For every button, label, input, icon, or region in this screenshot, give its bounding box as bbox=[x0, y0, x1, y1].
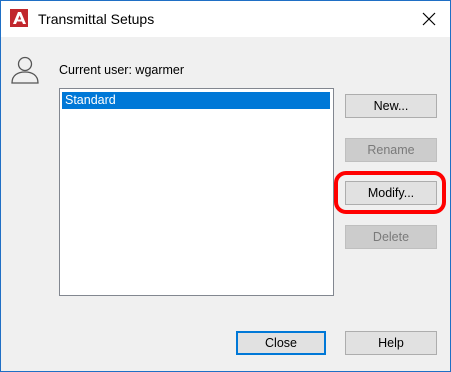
help-button[interactable]: Help bbox=[345, 331, 437, 355]
autocad-logo-icon bbox=[10, 9, 28, 27]
rename-button[interactable]: Rename bbox=[345, 138, 437, 162]
list-item[interactable]: Standard bbox=[62, 92, 330, 109]
setups-list[interactable]: Standard bbox=[59, 88, 334, 296]
current-user-label: Current user: wgarmer bbox=[59, 63, 185, 77]
delete-button[interactable]: Delete bbox=[345, 225, 437, 249]
close-icon[interactable] bbox=[414, 5, 444, 33]
title-bar: Transmittal Setups bbox=[1, 1, 450, 37]
new-button[interactable]: New... bbox=[345, 94, 437, 118]
transmittal-setups-dialog: Transmittal Setups Current user: wgarmer… bbox=[0, 0, 451, 372]
close-icon-glyph bbox=[422, 12, 436, 26]
user-icon bbox=[11, 56, 39, 84]
close-button[interactable]: Close bbox=[236, 331, 326, 355]
modify-button[interactable]: Modify... bbox=[345, 181, 437, 205]
window-title: Transmittal Setups bbox=[38, 11, 155, 27]
